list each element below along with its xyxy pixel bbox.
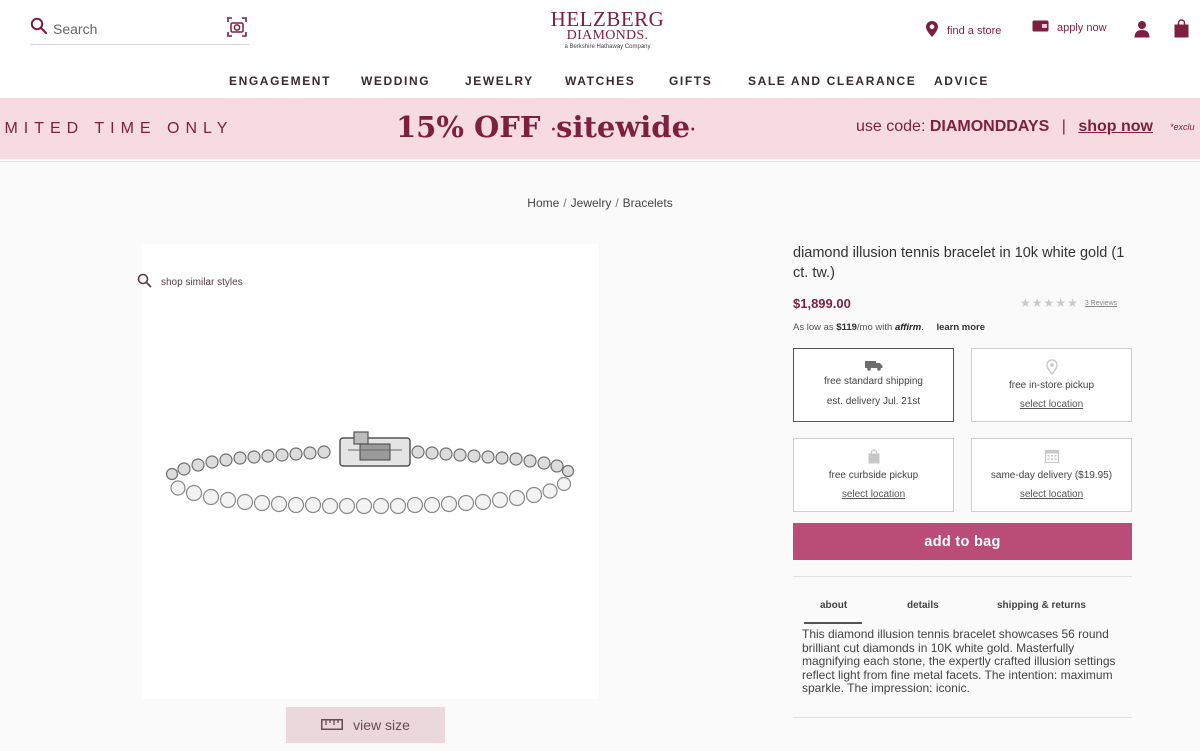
search-icon (137, 273, 152, 291)
curbside-select-location-link[interactable]: select location (794, 489, 953, 501)
active-tab-indicator (804, 622, 862, 624)
location-pin-icon (972, 359, 1131, 378)
tabs-divider (793, 576, 1132, 577)
promo-headline: 15% OFF ·sitewide· (396, 110, 696, 144)
standard-shipping-delivery: est. delivery Jul. 21st (826, 396, 921, 407)
site-header: HELZBERG DIAMONDS. a Berkshire Hathaway … (0, 0, 1200, 98)
option-same-day-delivery[interactable]: same-day delivery ($19.95) select locati… (971, 438, 1132, 512)
view-size-button[interactable]: view size (286, 707, 445, 743)
tab-about[interactable]: about (820, 600, 847, 611)
star-icon: ★ (1055, 296, 1067, 310)
tab-shipping-returns[interactable]: shipping & returns (997, 600, 1086, 611)
promo-banner[interactable]: IMITED TIME ONLY 15% OFF ·sitewide· use … (0, 98, 1200, 159)
logo-line2: DIAMONDS. (566, 28, 649, 43)
breadcrumb-home[interactable]: Home (527, 196, 559, 210)
tab-details[interactable]: details (907, 600, 939, 611)
breadcrumb-separator: / (563, 196, 567, 210)
description-divider (793, 717, 1132, 718)
bracelet-image (158, 420, 583, 525)
nav-advice[interactable]: ADVICE (934, 74, 989, 88)
find-store-link[interactable]: find a store (925, 20, 1001, 41)
instore-select-location-link[interactable]: select location (972, 399, 1131, 411)
same-day-delivery-label: same-day delivery ($19.95) (990, 470, 1113, 481)
logo-tagline: a Berkshire Hathaway Company (564, 44, 651, 50)
helzberg-logo[interactable]: HELZBERG DIAMONDS. a Berkshire Hathaway … (520, 9, 695, 51)
main-navigation: ENGAGEMENT WEDDING JEWELRY WATCHES GIFTS… (0, 74, 1200, 90)
promo-code: DIAMONDDAYS (929, 118, 1050, 135)
promo-scope: sitewide (556, 110, 691, 144)
ruler-icon (321, 717, 344, 733)
financing-suffix: /mo with (856, 322, 893, 333)
apply-now-label: apply now (1057, 21, 1107, 34)
shop-similar-styles-link[interactable]: shop similar styles (137, 273, 243, 291)
breadcrumb: Home / Jewelry / Bracelets (0, 196, 1200, 210)
option-instore-pickup[interactable]: free in-store pickup select location (971, 348, 1132, 422)
nav-engagement[interactable]: ENGAGEMENT (229, 74, 331, 88)
nav-gifts[interactable]: GIFTS (669, 74, 712, 88)
product-title: diamond illusion tennis bracelet in 10k … (793, 245, 1125, 281)
nav-watches[interactable]: WATCHES (565, 74, 635, 88)
location-pin-icon (925, 20, 939, 41)
shopping-bag-icon (794, 449, 953, 467)
financing-info: As low as $119/mo with affirm. learn mor… (793, 322, 986, 333)
search-bar[interactable] (30, 14, 250, 45)
curbside-pickup-label: free curbside pickup (828, 470, 919, 481)
nav-wedding[interactable]: WEDDING (361, 74, 430, 88)
nav-jewelry[interactable]: JEWELRY (465, 74, 534, 88)
add-to-bag-button[interactable]: add to bag (793, 523, 1132, 560)
learn-more-link[interactable]: learn more (936, 322, 985, 333)
affirm-logo: affirm (894, 322, 922, 333)
promo-discount: 15% OFF (396, 110, 541, 144)
nav-sale-clearance[interactable]: SALE AND CLEARANCE (748, 74, 916, 88)
instore-pickup-label: free in-store pickup (1008, 380, 1095, 391)
camera-search-icon[interactable] (226, 16, 248, 43)
promo-code-prefix: use code: (856, 118, 926, 135)
breadcrumb-jewelry[interactable]: Jewelry (571, 196, 612, 210)
standard-shipping-label: free standard shipping (824, 376, 923, 387)
promo-dot-right: · (690, 119, 696, 139)
promo-shop-now-link[interactable]: shop now (1078, 118, 1153, 135)
promo-exclusions[interactable]: *exclu (1170, 122, 1195, 132)
find-store-label: find a store (947, 24, 1002, 37)
header-divider (0, 161, 1200, 162)
sameday-select-location-link[interactable]: select location (972, 489, 1131, 501)
view-size-label: view size (353, 717, 410, 733)
promo-separator: | (1061, 118, 1066, 135)
delivery-truck-icon (794, 359, 953, 374)
product-description: This diamond illusion tennis bracelet sh… (802, 627, 1116, 695)
apply-now-link[interactable]: apply now (1032, 20, 1107, 35)
logo-line1: HELZBERG (550, 7, 665, 31)
credit-card-icon (1032, 20, 1049, 35)
star-icon: ★ (1020, 296, 1031, 310)
financing-prefix: As low as (793, 322, 834, 333)
option-standard-shipping[interactable]: free standard shipping est. delivery Jul… (793, 348, 954, 422)
star-icon: ★ (1031, 296, 1043, 310)
promo-limited-time: IMITED TIME ONLY (0, 120, 234, 137)
shop-similar-label: shop similar styles (161, 276, 243, 288)
search-input[interactable] (53, 20, 213, 38)
search-icon[interactable] (30, 17, 48, 40)
promo-code-area: use code: DIAMONDDAYS | shop now (856, 118, 1153, 136)
rating-stars[interactable]: ★ ★ ★ ★ ★ 3 Reviews (1020, 296, 1117, 310)
breadcrumb-separator: / (615, 196, 619, 210)
reviews-link[interactable]: 3 Reviews (1085, 300, 1117, 307)
star-icon: ★ (1043, 296, 1055, 310)
star-icon: ★ (1067, 296, 1078, 310)
breadcrumb-bracelets[interactable]: Bracelets (623, 196, 673, 210)
account-icon[interactable] (1134, 20, 1150, 43)
option-curbside-pickup[interactable]: free curbside pickup select location (793, 438, 954, 512)
financing-amount: $119 (836, 322, 857, 333)
shopping-bag-icon[interactable] (1174, 19, 1189, 43)
calendar-icon (972, 449, 1131, 466)
product-price: $1,899.00 (793, 296, 851, 311)
